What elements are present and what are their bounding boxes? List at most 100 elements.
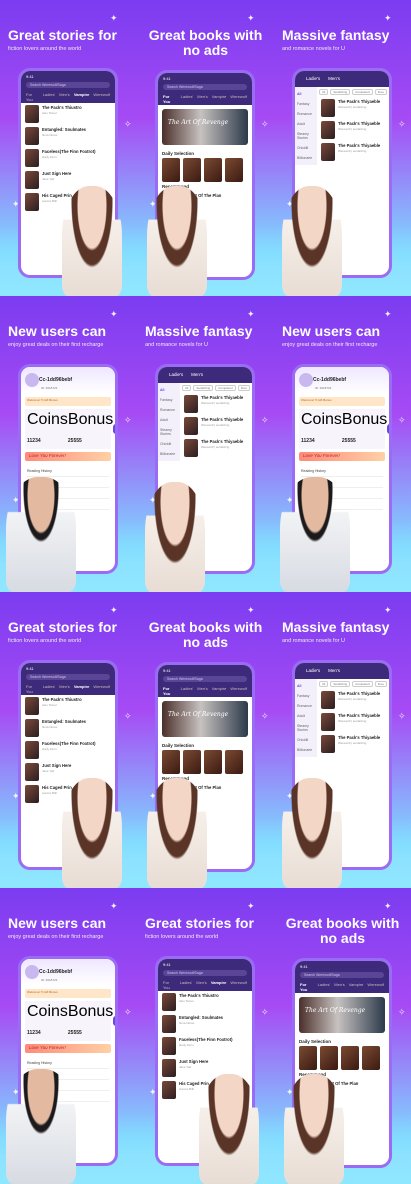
tab-mens[interactable]: Men's [197, 686, 208, 696]
tab-werewolf[interactable]: Werewolf [230, 980, 247, 990]
filter-tag[interactable]: Free [374, 89, 387, 95]
book-cover[interactable] [362, 1046, 380, 1070]
category-item[interactable]: Billionaire [160, 449, 178, 459]
book-row[interactable]: Faceless(The Finn Foxtrot) Harly Ferm [158, 1035, 252, 1057]
search-input[interactable]: Search Werewolf/Saga [163, 84, 247, 90]
tab-werewolf[interactable]: Werewolf [93, 92, 110, 102]
category-item[interactable]: Steamy Stories [297, 129, 315, 143]
tab-mens[interactable]: Men's [59, 684, 70, 694]
category-item[interactable]: Adult [297, 119, 315, 129]
category-tab[interactable]: Men's [328, 76, 340, 81]
top-up-button[interactable]: Top Up [113, 1016, 115, 1026]
category-item[interactable]: Adult [160, 415, 178, 425]
category-item[interactable]: Steamy Stories [297, 721, 315, 735]
book-cover[interactable] [225, 158, 243, 182]
category-item[interactable]: Billionaire [297, 745, 315, 755]
tab-ladies[interactable]: Ladies' [181, 94, 194, 104]
filter-tag[interactable]: Completed [352, 681, 373, 687]
book-row[interactable]: The Pack's Thiyaeble Werewolf | serializi… [317, 689, 389, 711]
book-row[interactable]: The Pack's Thiyaeble Werewolf | serializi… [180, 393, 252, 415]
tab-foryou[interactable]: For You [163, 94, 177, 104]
book-cover[interactable] [204, 750, 222, 774]
category-tab[interactable]: Ladie's [169, 372, 183, 377]
category-item[interactable]: Adult [297, 711, 315, 721]
tab-werewolf[interactable]: Werewolf [230, 686, 247, 696]
tab-vampire[interactable]: Vampire [212, 686, 227, 696]
category-item[interactable]: Romance [297, 701, 315, 711]
category-tab[interactable]: Ladie's [306, 668, 320, 673]
filter-tag[interactable]: All [319, 681, 329, 687]
tab-foryou[interactable]: For You [300, 982, 314, 992]
book-row[interactable]: Entangled: Soulmates Nora Nurse [158, 1013, 252, 1035]
book-cover[interactable] [341, 1046, 359, 1070]
book-row[interactable]: The Pack's Thiyaeble Werewolf | serializi… [317, 97, 389, 119]
search-input[interactable]: Search Werewolf/Saga [163, 970, 247, 976]
menu-item[interactable]: Reading History [27, 466, 109, 477]
category-item[interactable]: Romance [297, 109, 315, 119]
tab-vampire[interactable]: Vampire [211, 980, 227, 990]
filter-tag[interactable]: All [319, 89, 329, 95]
book-row[interactable]: The Pack's Thiustro Alex Tamer [21, 103, 115, 125]
tab-foryou[interactable]: For You [163, 980, 176, 990]
book-row[interactable]: Faceless(The Finn Foxtrot) Harly Ferm [21, 147, 115, 169]
tab-foryou[interactable]: For You [26, 684, 39, 694]
category-item[interactable]: Billionaire [297, 153, 315, 163]
filter-tag[interactable]: Serializing [330, 89, 351, 95]
avatar[interactable] [25, 372, 39, 387]
book-row[interactable]: The Pack's Thiyaeble Werewolf | serializi… [317, 141, 389, 163]
category-item[interactable]: All [160, 385, 178, 395]
promo-banner[interactable]: Welcome! 5 Gift Bonus [299, 397, 385, 406]
book-row[interactable]: The Pack's Thiustro Alex Tamer [158, 991, 252, 1013]
featured-banner[interactable]: The Art Of Revenge [162, 701, 248, 737]
book-row[interactable]: The Pack's Thiyaeble Werewolf | serializi… [180, 437, 252, 459]
search-input[interactable]: Search Werewolf/Saga [26, 82, 110, 88]
tab-vampire[interactable]: Vampire [74, 92, 90, 102]
tab-ladies[interactable]: Ladies' [318, 982, 331, 992]
top-up-button[interactable]: Top Up [387, 424, 389, 434]
tab-ladies[interactable]: Ladies' [181, 686, 194, 696]
category-item[interactable]: Fantasy [297, 691, 315, 701]
book-row[interactable]: The Pack's Thiyaeble Werewolf | serializi… [317, 733, 389, 755]
promo-banner[interactable]: Welcome! 5 Gift Bonus [25, 397, 111, 406]
book-cover[interactable] [225, 750, 243, 774]
book-row[interactable]: The Pack's Thiyaeble Werewolf | serializi… [317, 119, 389, 141]
tab-mens[interactable]: Men's [334, 982, 345, 992]
tab-foryou[interactable]: For You [163, 686, 177, 696]
love-banner[interactable]: Love You Forever! [25, 1044, 111, 1053]
book-cover[interactable] [183, 158, 201, 182]
love-banner[interactable]: Love You Forever! [25, 452, 111, 461]
tab-ladies[interactable]: Ladies' [43, 684, 56, 694]
book-cover[interactable] [320, 1046, 338, 1070]
promo-banner[interactable]: Welcome! 5 Gift Bonus [25, 989, 111, 998]
book-row[interactable]: The Pack's Thiyaeble Werewolf | serializi… [180, 415, 252, 437]
featured-banner[interactable]: The Art Of Revenge [299, 997, 385, 1033]
book-row[interactable]: Entangled: Soulmates Nora Nurse [21, 125, 115, 147]
tab-ladies[interactable]: Ladies' [180, 980, 193, 990]
category-item[interactable]: Chicklit [297, 143, 315, 153]
category-item[interactable]: Fantasy [297, 99, 315, 109]
filter-tag[interactable]: Free [374, 681, 387, 687]
category-item[interactable]: Chicklit [297, 735, 315, 745]
tab-werewolf[interactable]: Werewolf [230, 94, 247, 104]
filter-tag[interactable]: Completed [352, 89, 373, 95]
search-input[interactable]: Search Werewolf/Saga [300, 972, 384, 978]
book-row[interactable]: Entangled: Soulmates Nora Nurse [21, 717, 115, 739]
book-cover[interactable] [204, 158, 222, 182]
love-banner[interactable]: Love You Forever! [299, 452, 385, 461]
tab-werewolf[interactable]: Werewolf [93, 684, 110, 694]
book-row[interactable]: The Pack's Thiustro Alex Tamer [21, 695, 115, 717]
avatar[interactable] [25, 964, 39, 979]
menu-item[interactable]: Reading History [301, 466, 383, 477]
tab-mens[interactable]: Men's [59, 92, 70, 102]
category-tab[interactable]: Men's [328, 668, 340, 673]
book-row[interactable]: The Pack's Thiyaeble Werewolf | serializi… [317, 711, 389, 733]
search-input[interactable]: Search Werewolf/Saga [163, 676, 247, 682]
category-tab[interactable]: Men's [191, 372, 203, 377]
tab-vampire[interactable]: Vampire [74, 684, 90, 694]
tab-foryou[interactable]: For You [26, 92, 39, 102]
tab-werewolf[interactable]: Werewolf [367, 982, 384, 992]
filter-tag[interactable]: Free [237, 385, 250, 391]
category-item[interactable]: Steamy Stories [160, 425, 178, 439]
featured-banner[interactable]: The Art Of Revenge [162, 109, 248, 145]
filter-tag[interactable]: All [182, 385, 192, 391]
